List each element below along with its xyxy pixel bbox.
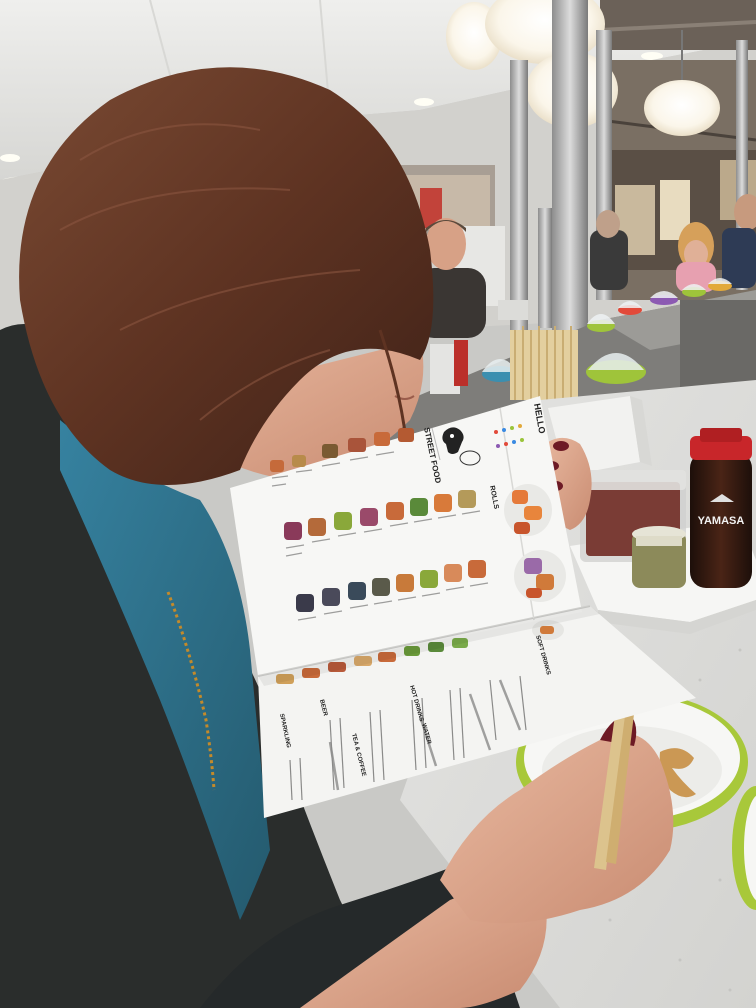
soy-sauce-bottle: YAMASA: [690, 428, 752, 588]
pole: [510, 60, 528, 330]
ceiling-light: [0, 154, 20, 162]
photo-canvas: YAMASA HELLO STREET FOOD ROLLS SOFT DRIN…: [0, 0, 756, 1008]
chopstick-holder: [510, 326, 578, 400]
soy-brand-label: YAMASA: [698, 515, 745, 527]
restaurant-photo: YAMASA HELLO STREET FOOD ROLLS SOFT DRIN…: [0, 0, 756, 1008]
ceiling-light: [414, 98, 434, 106]
pendant-lamp: [644, 80, 720, 136]
girl-in-background: [676, 222, 716, 292]
